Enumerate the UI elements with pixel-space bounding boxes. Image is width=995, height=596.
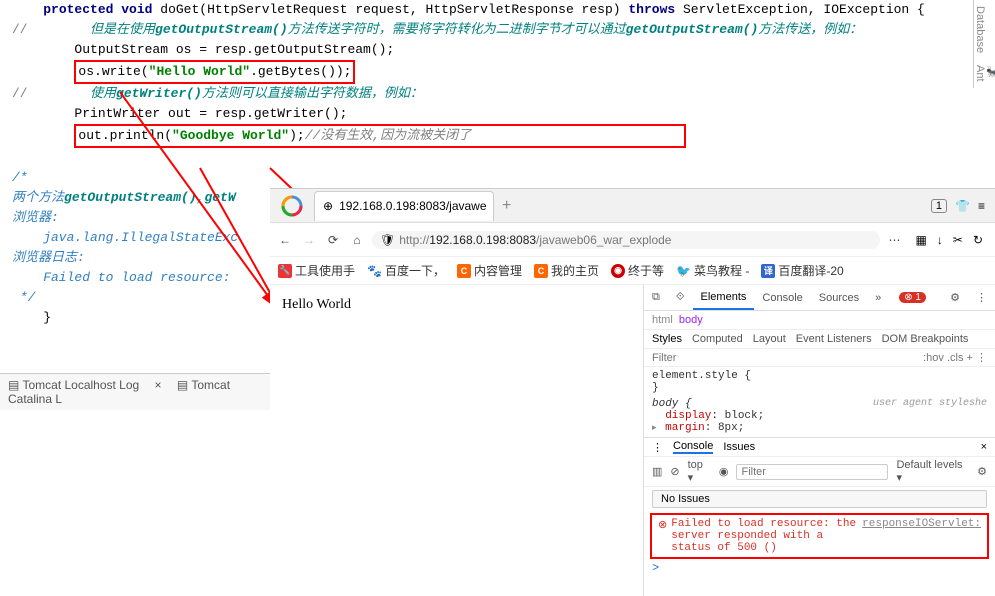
subtab-dom-bp[interactable]: DOM Breakpoints [882,333,969,345]
doc-comment: /* [12,168,995,188]
drawer-close-icon[interactable]: × [981,441,987,453]
browser-tabstrip: ⊕ 192.168.0.198:8083/javawe × + 1 👕 ≡ [270,189,995,223]
drawer-tab-issues[interactable]: Issues [723,441,755,453]
translate-icon[interactable]: ⋯ [886,233,904,247]
subtab-computed[interactable]: Computed [692,333,743,345]
code-line: OutputStream os = resp.getOutputStream()… [12,40,995,60]
shield-icon: 🛡 [380,233,395,247]
tab-sources[interactable]: Sources [811,285,867,310]
tab-more[interactable]: » [867,285,889,310]
back-button[interactable]: ← [276,233,294,247]
inspect-icon[interactable]: ⟐ [668,285,693,310]
tab-elements[interactable]: Elements [693,285,755,310]
no-issues-badge[interactable]: No Issues [652,490,987,508]
bookmark-item[interactable]: C内容管理 [457,262,522,279]
tab-console[interactable]: Console [754,285,810,310]
ide-right-toolbar: Database Ant [973,0,995,200]
url-input[interactable]: 🛡 http://192.168.0.198:8083/javaweb06_wa… [372,231,880,249]
error-icon: ⊗ [658,518,667,554]
code-line: protected void doGet(HttpServletRequest … [12,0,995,20]
tab-count-badge[interactable]: 1 [931,199,947,213]
bookmark-item[interactable]: 译百度翻译-20 [761,262,843,279]
hov-toggle[interactable]: :hov [923,352,944,364]
bookmark-item[interactable]: ◉终于等 [611,262,664,279]
error-message: Failed to load resource: the server resp… [671,518,858,554]
code-line: // 但是在使用getOutputStream()方法传送字符时，需要将字符转化… [12,20,995,40]
address-bar: ← → ⟳ ⌂ 🛡 http://192.168.0.198:8083/java… [270,223,995,257]
ide-bottom-tabs: ▤ Tomcat Localhost Log × ▤ Tomcat Catali… [0,373,270,410]
page-content: Hello World [270,285,643,596]
styles-more-icon[interactable]: ⋮ [976,351,987,364]
styles-pane[interactable]: element.style { } body {user agent style… [644,367,995,437]
download-icon[interactable]: ↓ [937,233,943,247]
apps-icon[interactable]: ▦ [916,233,927,247]
bookmarks-bar: 🔧工具使用手 🐾百度一下， C内容管理 C我的主页 ◉终于等 🐦菜鸟教程 - 译… [270,257,995,285]
bookmark-item[interactable]: 🔧工具使用手 [278,262,355,279]
console-drawer-icon[interactable]: ⋮ [652,441,663,454]
console-filter-input[interactable] [736,464,888,480]
dom-breadcrumb[interactable]: html body [644,311,995,330]
clear-console-icon[interactable]: ⊘ [670,465,679,478]
code-line: // 使用getWriter()方法则可以直接输出字符数据，例如： [12,84,995,104]
code-line: PrintWriter out = resp.getWriter(); [12,104,995,124]
home-button[interactable]: ⌂ [348,233,366,247]
context-select[interactable]: top ▾ [688,459,711,484]
drawer-tab-console[interactable]: Console [673,440,713,454]
settings-icon[interactable]: ⚙ [942,285,968,310]
styles-filter-input[interactable] [652,352,923,364]
menu-icon[interactable]: ≡ [978,199,985,213]
incognito-icon[interactable]: 👕 [955,199,970,213]
bookmark-item[interactable]: C我的主页 [534,262,599,279]
live-expr-icon[interactable]: ◉ [719,465,729,478]
subtab-styles[interactable]: Styles [652,333,682,345]
kebab-icon[interactable]: ⋮ [968,285,995,310]
globe-icon: ⊕ [323,199,333,213]
error-count[interactable]: ⊗ 1 [889,285,934,310]
console-error-row[interactable]: ⊗ Failed to load resource: the server re… [650,513,989,559]
error-source-link[interactable]: responseIOServlet: [862,518,981,554]
reload-button[interactable]: ⟳ [324,233,342,247]
scissors-icon[interactable]: ✂ [953,233,963,247]
browser-window: ⊕ 192.168.0.198:8083/javawe × + 1 👕 ≡ ← … [270,188,995,595]
bookmark-item[interactable]: 🐾百度一下， [367,262,445,279]
levels-select[interactable]: Default levels ▾ [896,459,969,484]
code-line: out.println("Goodbye World");//没有生效,因为流被… [12,124,995,148]
restore-icon[interactable]: ↻ [973,233,983,247]
devtools-dock-icon[interactable]: ⧉ [644,285,668,310]
subtab-events[interactable]: Event Listeners [796,333,872,345]
tab-tomcat-localhost[interactable]: ▤ Tomcat Localhost Log × [8,378,162,392]
console-sidebar-icon[interactable]: ▥ [652,465,662,478]
code-line: os.write("Hello World".getBytes()); [12,60,995,84]
bookmark-item[interactable]: 🐦菜鸟教程 - [676,262,749,279]
subtab-layout[interactable]: Layout [753,333,786,345]
console-prompt[interactable]: > [644,561,995,575]
browser-logo-icon [280,194,304,218]
console-settings-icon[interactable]: ⚙ [977,465,987,478]
devtools-panel: ⧉ ⟐ Elements Console Sources » ⊗ 1 ⚙ ⋮ h… [643,285,995,596]
browser-tab[interactable]: ⊕ 192.168.0.198:8083/javawe × [314,191,494,221]
cls-toggle[interactable]: .cls [947,352,964,364]
new-rule-button[interactable]: + [967,352,973,364]
sidebar-database[interactable]: Database [973,0,986,59]
new-tab-button[interactable]: + [502,197,511,215]
forward-button[interactable]: → [300,233,318,247]
sidebar-ant[interactable]: Ant [973,59,995,88]
tab-title: 192.168.0.198:8083/javawe [339,199,486,213]
